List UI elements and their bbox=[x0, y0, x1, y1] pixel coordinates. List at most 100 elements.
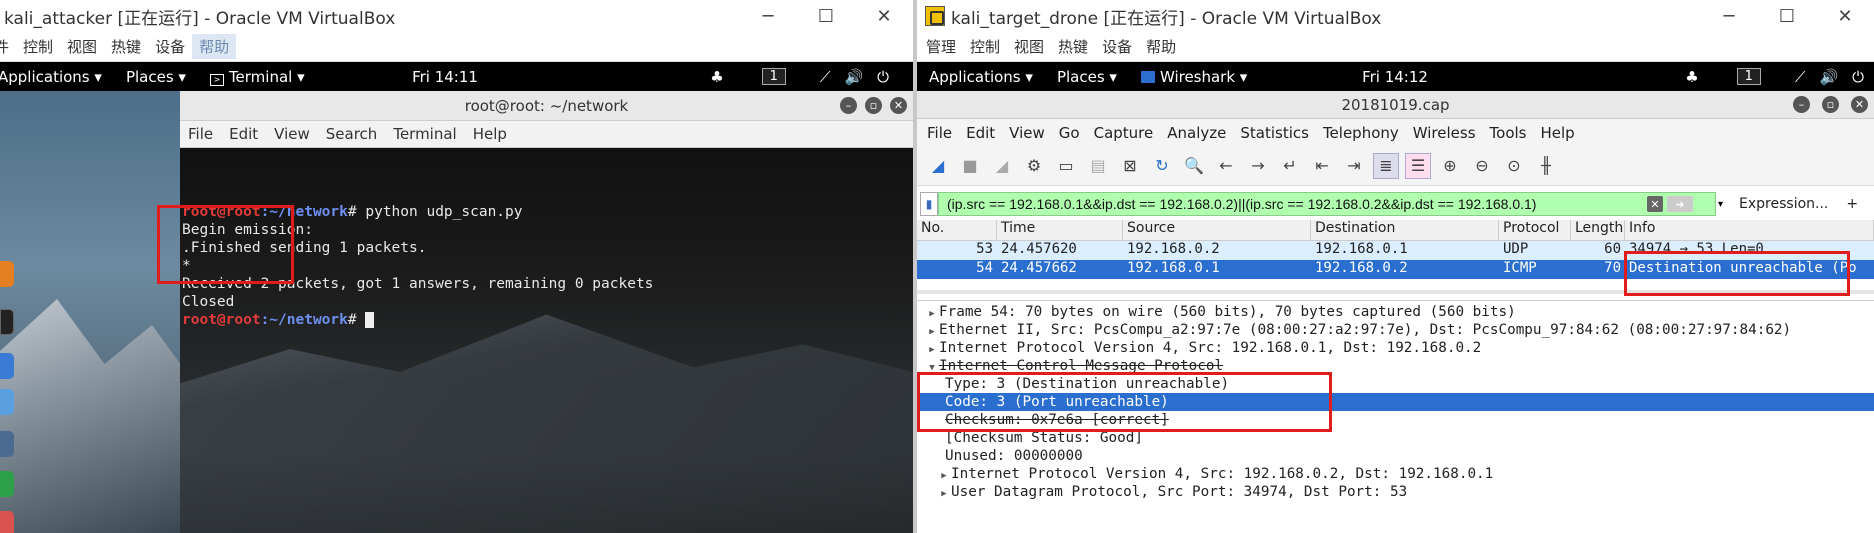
autoscroll-icon[interactable]: ≣ bbox=[1373, 152, 1399, 179]
ws-menu-view[interactable]: View bbox=[1002, 124, 1052, 142]
close-file-icon[interactable]: ⊠ bbox=[1117, 153, 1143, 179]
go-to-packet-icon[interactable]: ↵ bbox=[1277, 153, 1303, 179]
filter-dropdown-icon[interactable]: ▾ bbox=[1718, 199, 1723, 210]
terminal-menu-terminal[interactable]: Terminal bbox=[385, 125, 464, 143]
col-length[interactable]: Length bbox=[1571, 220, 1625, 240]
network-icon[interactable]: ⟋ bbox=[1795, 68, 1806, 86]
minimize-icon[interactable]: ─ bbox=[739, 0, 797, 32]
packet-row[interactable]: 53 24.457620 192.168.0.2 192.168.0.1 UDP… bbox=[917, 241, 1874, 260]
capture-options-icon[interactable]: ⚙ bbox=[1021, 153, 1047, 179]
expand-arrow-icon[interactable]: ▶ bbox=[937, 485, 951, 503]
menu-hotkeys[interactable]: 热键 bbox=[104, 34, 148, 59]
restart-capture-icon[interactable]: ◢ bbox=[989, 153, 1015, 179]
menu-file-partial[interactable]: 件 bbox=[0, 34, 16, 59]
display-filter-input[interactable]: (ip.src == 192.168.0.1&&ip.dst == 192.16… bbox=[938, 192, 1716, 216]
detail-row[interactable]: ▼ Internet Control Message Protocol bbox=[917, 357, 1874, 375]
ws-menu-go[interactable]: Go bbox=[1052, 124, 1087, 142]
volume-icon[interactable]: 🔊 bbox=[1819, 68, 1838, 86]
zoom-out-icon[interactable]: ⊖ bbox=[1469, 153, 1495, 179]
colorize-icon[interactable]: ☰ bbox=[1405, 152, 1431, 179]
ws-menu-telephony[interactable]: Telephony bbox=[1316, 124, 1406, 142]
menu-control[interactable]: 控制 bbox=[16, 34, 60, 59]
menu-view[interactable]: 视图 bbox=[60, 34, 104, 59]
apply-filter-icon[interactable]: ➜ bbox=[1667, 196, 1693, 212]
col-time[interactable]: Time bbox=[997, 220, 1123, 240]
reload-icon[interactable]: ↻ bbox=[1149, 153, 1175, 179]
col-no[interactable]: No. bbox=[917, 220, 997, 240]
network-icon[interactable]: ⟋ bbox=[820, 68, 831, 86]
detail-row[interactable]: [Checksum Status: Good] bbox=[917, 429, 1874, 447]
maximize-icon[interactable]: ☐ bbox=[797, 0, 855, 32]
clock[interactable]: Fri 14:12 bbox=[1362, 68, 1428, 86]
dock-terminal-icon[interactable] bbox=[0, 309, 14, 335]
dock-metasploit-icon[interactable] bbox=[0, 431, 14, 457]
ws-menu-help[interactable]: Help bbox=[1533, 124, 1581, 142]
packet-list-scrollbar[interactable] bbox=[917, 290, 1874, 294]
menu-manage[interactable]: 管理 bbox=[919, 34, 963, 59]
ws-menu-statistics[interactable]: Statistics bbox=[1233, 124, 1316, 142]
terminal-menu-view[interactable]: View bbox=[266, 125, 318, 143]
ws-menu-analyze[interactable]: Analyze bbox=[1160, 124, 1233, 142]
col-info[interactable]: Info bbox=[1625, 220, 1874, 240]
applications-menu[interactable]: Applications ▾ bbox=[0, 68, 114, 86]
ws-menu-wireless[interactable]: Wireless bbox=[1406, 124, 1483, 142]
ws-menu-tools[interactable]: Tools bbox=[1483, 124, 1534, 142]
menu-help[interactable]: 帮助 bbox=[1139, 34, 1183, 59]
menu-view[interactable]: 视图 bbox=[1007, 34, 1051, 59]
col-source[interactable]: Source bbox=[1123, 220, 1311, 240]
places-menu[interactable]: Places ▾ bbox=[114, 68, 198, 86]
clock[interactable]: Fri 14:11 bbox=[412, 68, 478, 86]
shark-fin-start-icon[interactable]: ◢ bbox=[925, 153, 951, 179]
dock-app-icon[interactable] bbox=[0, 389, 14, 415]
terminal-menu-help[interactable]: Help bbox=[465, 125, 515, 143]
wireshark-close-icon[interactable]: ✕ bbox=[1851, 96, 1868, 113]
dock-app3-icon[interactable] bbox=[0, 511, 14, 533]
volume-icon[interactable]: 🔊 bbox=[844, 68, 863, 86]
power-icon[interactable]: ⏻ bbox=[877, 68, 889, 86]
terminal-menu-file[interactable]: File bbox=[180, 125, 221, 143]
places-menu[interactable]: Places ▾ bbox=[1045, 68, 1129, 86]
ws-menu-capture[interactable]: Capture bbox=[1087, 124, 1161, 142]
minimize-icon[interactable]: ─ bbox=[1700, 0, 1758, 32]
close-icon[interactable]: ✕ bbox=[1816, 0, 1874, 32]
zoom-normal-icon[interactable]: ⊙ bbox=[1501, 153, 1527, 179]
workspace-indicator[interactable]: 1 bbox=[761, 68, 786, 85]
wireshark-maximize-icon[interactable]: ▫ bbox=[1822, 96, 1839, 113]
detail-row[interactable]: ▶ Internet Protocol Version 4, Src: 192.1… bbox=[917, 339, 1874, 357]
menu-hotkeys[interactable]: 热键 bbox=[1051, 34, 1095, 59]
open-file-icon[interactable]: ▭ bbox=[1053, 153, 1079, 179]
workspace-indicator[interactable]: 1 bbox=[1736, 68, 1761, 85]
wireshark-minimize-icon[interactable]: – bbox=[1793, 96, 1810, 113]
ws-menu-file[interactable]: File bbox=[920, 124, 959, 142]
dock-files-icon[interactable] bbox=[0, 353, 14, 379]
last-packet-icon[interactable]: ⇥ bbox=[1341, 153, 1367, 179]
terminal-minimize-icon[interactable]: – bbox=[840, 97, 857, 114]
close-icon[interactable]: ✕ bbox=[855, 0, 913, 32]
detail-row[interactable]: Type: 3 (Destination unreachable) bbox=[917, 375, 1874, 393]
go-forward-icon[interactable]: → bbox=[1245, 153, 1271, 179]
detail-row[interactable]: ▶ User Datagram Protocol, Src Port: 34974… bbox=[917, 483, 1874, 501]
packet-row-selected[interactable]: 54 24.457662 192.168.0.1 192.168.0.2 ICM… bbox=[917, 260, 1874, 279]
dock-firefox-icon[interactable] bbox=[0, 261, 14, 287]
terminal-menu-search[interactable]: Search bbox=[318, 125, 386, 143]
expression-button[interactable]: Expression... bbox=[1739, 196, 1828, 212]
terminal-maximize-icon[interactable]: ▫ bbox=[865, 97, 882, 114]
applications-menu[interactable]: Applications ▾ bbox=[917, 68, 1045, 86]
zoom-in-icon[interactable]: ⊕ bbox=[1437, 153, 1463, 179]
detail-row[interactable]: ▶ Internet Protocol Version 4, Src: 192.1… bbox=[917, 465, 1874, 483]
terminal-menu-edit[interactable]: Edit bbox=[221, 125, 266, 143]
terminal-output[interactable]: root@root:~/network# python udp_scan.py … bbox=[180, 148, 913, 533]
add-filter-button[interactable]: + bbox=[1846, 196, 1858, 212]
menu-help[interactable]: 帮助 bbox=[192, 34, 237, 59]
bookmark-icon[interactable]: ▮ bbox=[920, 192, 938, 216]
find-packet-icon[interactable]: 🔍 bbox=[1181, 153, 1207, 179]
col-protocol[interactable]: Protocol bbox=[1499, 220, 1571, 240]
power-icon[interactable]: ⏻ bbox=[1852, 68, 1864, 86]
menu-control[interactable]: 控制 bbox=[963, 34, 1007, 59]
maximize-icon[interactable]: ☐ bbox=[1758, 0, 1816, 32]
ws-menu-edit[interactable]: Edit bbox=[959, 124, 1002, 142]
terminal-app-menu[interactable]: > Terminal ▾ bbox=[198, 68, 317, 86]
save-file-icon[interactable]: ▤ bbox=[1085, 153, 1111, 179]
stop-capture-icon[interactable]: ■ bbox=[957, 153, 983, 179]
first-packet-icon[interactable]: ⇤ bbox=[1309, 153, 1335, 179]
